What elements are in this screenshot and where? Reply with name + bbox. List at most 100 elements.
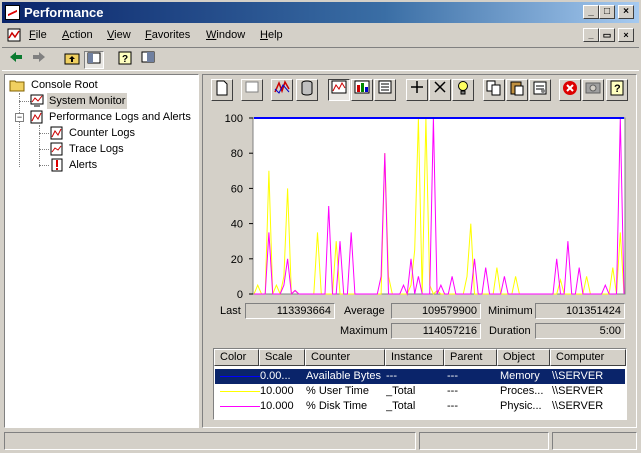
tree-connector [39, 165, 49, 166]
duration-value: 5:00 [535, 323, 625, 339]
up-one-level-button[interactable] [62, 51, 82, 69]
legend-row-disk-time[interactable]: 10.000 % Disk Time _Total --- Physic... … [215, 399, 625, 414]
collapse-toggle[interactable]: − [15, 113, 24, 122]
back-button[interactable] [6, 51, 26, 69]
maximize-button[interactable]: □ [599, 5, 615, 19]
child-restore-button[interactable]: ▭ [599, 28, 615, 42]
legend-row-available-bytes[interactable]: 0.00... Available Bytes --- --- Memory \… [215, 369, 625, 384]
properties-button[interactable] [529, 79, 551, 101]
tree-connector [19, 93, 20, 167]
parent-cell: --- [447, 370, 458, 382]
maximum-label: Maximum [340, 325, 388, 337]
paste-counter-list-button[interactable] [506, 79, 528, 101]
duration-label: Duration [489, 325, 531, 337]
instance-cell: --- [386, 370, 397, 382]
menu-favorites[interactable]: Favorites [145, 29, 190, 41]
help-button[interactable]: ? [115, 51, 135, 69]
histogram-icon [354, 80, 370, 94]
parent-cell: --- [447, 400, 458, 412]
clear-display-button[interactable] [241, 79, 263, 101]
legend-row-user-time[interactable]: 10.000 % User Time _Total --- Proces... … [215, 384, 625, 399]
tree-label: System Monitor [47, 93, 128, 109]
column-header-parent[interactable]: Parent [444, 349, 497, 366]
tree-connector [39, 149, 49, 150]
highlight-button[interactable] [452, 79, 474, 101]
counter-cell: % User Time [306, 385, 369, 397]
forward-arrow-icon [33, 52, 45, 62]
status-panel-main [4, 432, 416, 450]
camera-icon [585, 82, 601, 94]
console-pane-icon [141, 51, 155, 63]
view-current-activity-button[interactable] [271, 79, 293, 101]
current-activity-icon [274, 80, 290, 94]
column-header-scale[interactable]: Scale [259, 349, 305, 366]
object-cell: Proces... [500, 385, 544, 397]
column-header-instance[interactable]: Instance [385, 349, 444, 366]
menu-file[interactable]: File [29, 29, 47, 41]
counter-legend[interactable]: Color Scale Counter Instance Parent Obje… [213, 348, 627, 420]
object-cell: Memory [500, 370, 540, 382]
instance-cell: _Total [386, 385, 416, 397]
title-bar[interactable]: Performance _ □ × [2, 2, 639, 23]
performance-window: Performance _ □ × File Action View Favor… [0, 0, 641, 453]
folder-up-icon [64, 53, 80, 65]
delete-counter-button[interactable] [429, 79, 451, 101]
monitor-help-button[interactable]: ? [606, 79, 628, 101]
view-graph-button[interactable] [328, 79, 350, 101]
tree-label: Counter Logs [69, 127, 136, 139]
counter-cell: Available Bytes [306, 370, 382, 382]
delete-x-icon [434, 81, 446, 93]
copy-properties-button[interactable] [483, 79, 505, 101]
scale-cell: 10.000 [260, 385, 294, 397]
update-data-button[interactable] [582, 79, 604, 101]
child-minimize-button[interactable]: _ [583, 28, 599, 42]
folder-icon [9, 80, 25, 92]
mdi-child-icon[interactable] [7, 28, 21, 42]
view-log-data-button[interactable] [296, 79, 318, 101]
computer-cell: \\SERVER [552, 385, 604, 397]
status-bar [2, 431, 639, 451]
menu-view[interactable]: View [107, 29, 131, 41]
y-tick-label: 20 [231, 254, 243, 266]
average-value: 109579900 [391, 303, 481, 319]
child-close-button[interactable]: × [618, 28, 634, 42]
alerts-icon [51, 158, 63, 172]
minimize-button[interactable]: _ [583, 5, 599, 19]
menu-window[interactable]: Window [206, 29, 245, 41]
status-panel-3 [552, 432, 637, 450]
column-header-object[interactable]: Object [497, 349, 550, 366]
forward-button[interactable] [29, 51, 49, 69]
graph-view-icon [331, 80, 347, 94]
instance-cell: _Total [386, 400, 416, 412]
tree-label: Trace Logs [69, 143, 124, 155]
counter-logs-icon [50, 126, 63, 140]
column-header-counter[interactable]: Counter [305, 349, 385, 366]
performance-app-icon[interactable] [5, 5, 20, 20]
tree-label: Console Root [31, 79, 98, 91]
color-swatch [220, 376, 260, 377]
y-tick-label: 0 [237, 289, 243, 298]
counter-cell: % Disk Time [306, 400, 368, 412]
view-histogram-button[interactable] [351, 79, 373, 101]
copy-icon [486, 80, 501, 96]
tree-connector [39, 133, 49, 134]
stop-icon [563, 81, 577, 95]
add-counter-button[interactable] [406, 79, 428, 101]
console-tree[interactable]: Console Root System Monitor − Performanc… [4, 74, 199, 428]
column-header-computer[interactable]: Computer [550, 349, 626, 366]
y-tick-label: 80 [231, 148, 243, 160]
last-value: 113393664 [245, 303, 335, 319]
menu-action[interactable]: Action [62, 29, 93, 41]
freeze-display-button[interactable] [559, 79, 581, 101]
show-hide-tree-button[interactable] [84, 51, 104, 69]
performance-chart[interactable]: 100 80 60 40 20 0 [213, 108, 631, 298]
show-hide-action-pane-button[interactable] [138, 51, 158, 69]
view-report-button[interactable] [374, 79, 396, 101]
maximum-value: 114057216 [391, 323, 481, 339]
column-header-color[interactable]: Color [214, 349, 259, 366]
close-button[interactable]: × [618, 5, 634, 19]
new-counter-set-button[interactable] [211, 79, 233, 101]
computer-cell: \\SERVER [552, 370, 604, 382]
minimum-label: Minimum [488, 305, 533, 317]
menu-help[interactable]: Help [260, 29, 283, 41]
